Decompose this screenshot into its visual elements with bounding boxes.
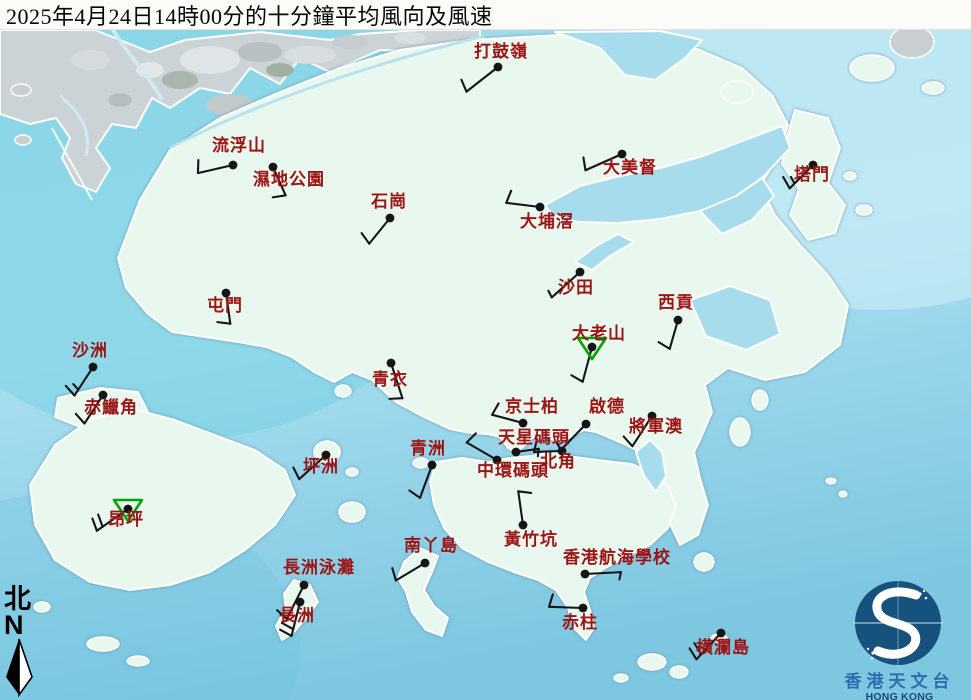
station-dot xyxy=(576,268,585,277)
title-bar: 2025年4月24日14時00分的十分鐘平均風向及風速 xyxy=(0,0,971,30)
station-dot xyxy=(300,581,309,590)
station-dot xyxy=(582,420,591,429)
station-dot xyxy=(519,419,528,428)
north-letter-label: N xyxy=(4,613,38,637)
station-marker xyxy=(659,316,683,349)
station-marker xyxy=(66,363,98,396)
station-marker xyxy=(518,491,531,529)
station-dot xyxy=(674,316,683,325)
station-dot xyxy=(717,629,726,638)
station-dot xyxy=(421,559,430,568)
station-dot xyxy=(428,461,437,470)
station-marker xyxy=(269,163,286,198)
station-dot xyxy=(222,289,231,298)
station-dot xyxy=(269,163,278,172)
station-dot xyxy=(229,161,238,170)
station-dot xyxy=(89,363,98,372)
station-dot xyxy=(124,505,133,514)
station-dot xyxy=(618,150,627,159)
station-marker xyxy=(293,451,330,479)
station-marker xyxy=(467,433,502,464)
station-marker xyxy=(783,161,817,189)
stations-layer xyxy=(0,0,971,700)
north-compass: 北 N xyxy=(2,586,38,700)
station-dot xyxy=(296,598,305,607)
hko-name-chinese: 香港天文台 xyxy=(828,673,971,692)
north-hanzi-label: 北 xyxy=(4,586,38,613)
station-dot xyxy=(809,161,818,170)
station-marker xyxy=(492,403,527,427)
station-marker xyxy=(549,594,587,612)
station-marker xyxy=(548,268,584,298)
station-dot xyxy=(579,604,588,613)
station-dot xyxy=(648,412,657,421)
station-marker xyxy=(76,391,108,424)
station-marker xyxy=(387,359,403,399)
station-dot xyxy=(536,203,545,212)
wind-map-screen: 打鼓嶺流浮山濕地公園石崗大美督塔門大埔滘沙田屯門西貢沙洲赤鱲角大老山青衣京士柏啟… xyxy=(0,0,971,700)
station-dot xyxy=(588,343,597,352)
station-dot xyxy=(322,451,331,460)
station-marker xyxy=(409,461,436,498)
station-dot xyxy=(519,521,528,530)
hko-name-english: HONG KONG OBSERVATORY xyxy=(828,692,971,700)
station-dot xyxy=(512,448,521,457)
station-marker xyxy=(583,150,626,171)
map-title: 2025年4月24日14時00分的十分鐘平均風向及風速 xyxy=(6,0,493,31)
station-dot xyxy=(558,447,567,456)
station-marker xyxy=(362,214,395,244)
station-dot xyxy=(494,63,503,72)
station-marker xyxy=(392,559,429,581)
station-dot xyxy=(581,570,590,579)
station-dot xyxy=(493,456,502,465)
station-marker xyxy=(624,412,657,447)
station-marker xyxy=(690,629,726,660)
station-marker xyxy=(92,500,142,531)
station-dot xyxy=(386,214,395,223)
station-marker xyxy=(581,570,621,580)
station-marker xyxy=(198,160,237,173)
station-marker xyxy=(217,289,230,324)
station-marker xyxy=(557,420,590,450)
station-marker xyxy=(461,63,502,92)
hko-logo-icon xyxy=(828,578,971,668)
station-marker xyxy=(506,191,544,212)
north-arrow-icon xyxy=(2,637,36,697)
station-dot xyxy=(99,391,108,400)
station-marker xyxy=(571,338,606,382)
hko-logo: 香港天文台 HONG KONG OBSERVATORY xyxy=(828,578,971,700)
station-dot xyxy=(387,359,396,368)
